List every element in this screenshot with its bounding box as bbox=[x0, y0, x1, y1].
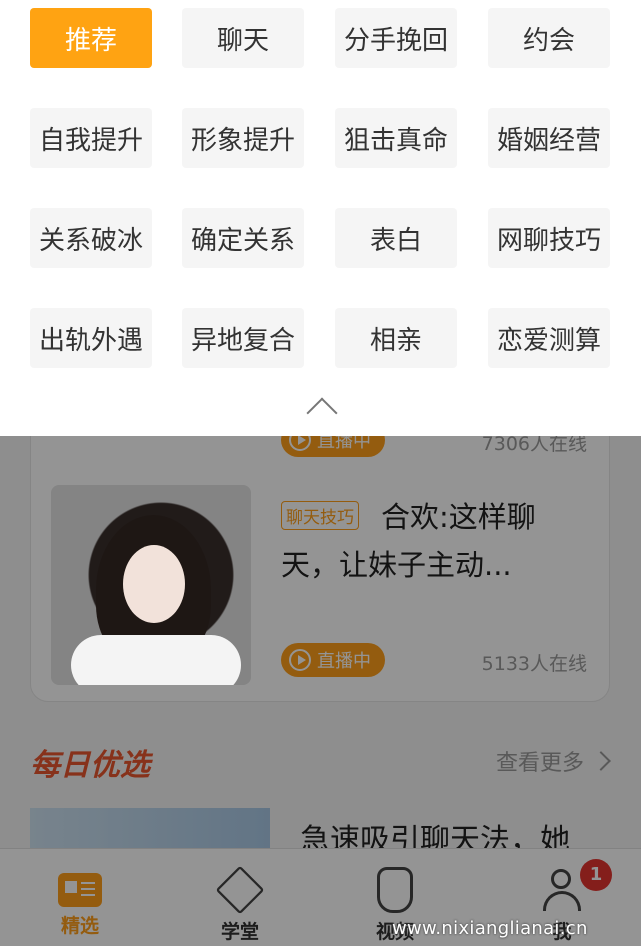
watermark: www.nixianglianai.cn bbox=[392, 918, 588, 939]
category-chip[interactable]: 出轨外遇 bbox=[30, 308, 152, 368]
category-chip[interactable]: 分手挽回 bbox=[335, 8, 457, 68]
category-chip[interactable]: 表白 bbox=[335, 208, 457, 268]
chevron-up-icon[interactable] bbox=[305, 390, 335, 420]
category-chip[interactable]: 网聊技巧 bbox=[488, 208, 610, 268]
category-chip[interactable]: 聊天 bbox=[182, 8, 304, 68]
category-chip[interactable]: 自我提升 bbox=[30, 108, 152, 168]
category-chip[interactable]: 婚姻经营 bbox=[488, 108, 610, 168]
category-chip[interactable]: 关系破冰 bbox=[30, 208, 152, 268]
category-chip[interactable]: 狙击真命 bbox=[335, 108, 457, 168]
category-chip[interactable]: 异地复合 bbox=[182, 308, 304, 368]
category-chip-recommend[interactable]: 推荐 bbox=[30, 8, 152, 68]
category-chip[interactable]: 相亲 bbox=[335, 308, 457, 368]
category-chip[interactable]: 形象提升 bbox=[182, 108, 304, 168]
category-panel: 推荐 聊天 分手挽回 约会 自我提升 形象提升 狙击真命 婚姻经营 关系破冰 确… bbox=[0, 0, 641, 436]
category-chip[interactable]: 约会 bbox=[488, 8, 610, 68]
app-screen: 直播中 7306人在线 合欢:这样聊天，让妹子主动... 聊天技巧 直播中 51… bbox=[0, 0, 641, 946]
category-chip[interactable]: 恋爱测算 bbox=[488, 308, 610, 368]
category-chip[interactable]: 确定关系 bbox=[182, 208, 304, 268]
